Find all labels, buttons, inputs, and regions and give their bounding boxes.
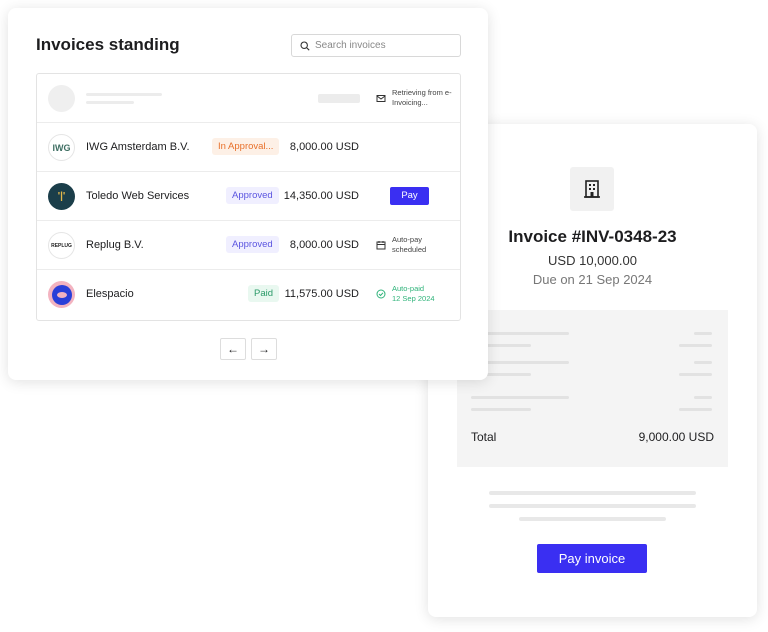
table-row[interactable]: '|' Toledo Web Services Approved 14,350.… (37, 172, 460, 221)
prev-page-button[interactable]: ← (220, 338, 246, 360)
pay-invoice-button[interactable]: Pay invoice (537, 544, 647, 573)
page-title: Invoices standing (36, 35, 180, 54)
total-value: 9,000.00 USD (638, 430, 714, 444)
skeleton-amount (318, 94, 360, 103)
calendar-icon (376, 241, 386, 250)
status-badge: In Approval... (212, 138, 280, 155)
search-icon (300, 40, 310, 51)
skeleton-line (519, 517, 666, 521)
company-logo: IWG (48, 134, 75, 161)
table-row[interactable]: Elespacio Paid 11,575.00 USD Auto-paid 12… (37, 270, 460, 319)
avatar-placeholder (48, 85, 75, 112)
company-name: Toledo Web Services (86, 190, 190, 202)
search-placeholder: Search invoices (315, 40, 386, 51)
invoices-standing-card: Invoices standing Search invoices Retrie… (8, 8, 488, 380)
amount: 8,000.00 USD (289, 239, 359, 251)
company-name: IWG Amsterdam B.V. (86, 141, 190, 153)
skeleton-line (679, 373, 712, 376)
building-icon (570, 167, 614, 211)
skeleton-line (471, 396, 569, 399)
status-badge: Approved (226, 236, 279, 253)
loading-status: Retrieving from e-Invoicing... (376, 88, 456, 108)
company-logo: REPLUG (48, 232, 75, 259)
check-circle-icon (376, 289, 386, 299)
arrow-left-icon: ← (227, 342, 239, 356)
skeleton-line (489, 491, 696, 495)
status-badge: Paid (248, 285, 280, 302)
table-row[interactable]: REPLUG Replug B.V. Approved 8,000.00 USD… (37, 221, 460, 270)
skeleton-line (694, 396, 712, 399)
invoice-summary: Total 9,000.00 USD (457, 310, 728, 467)
autopay-status: Auto-pay scheduled (376, 235, 442, 255)
next-page-button[interactable]: → (251, 338, 277, 360)
status-badge: Approved (226, 187, 279, 204)
amount: 11,575.00 USD (284, 288, 359, 300)
skeleton-line (694, 332, 712, 335)
total-label: Total (471, 430, 497, 444)
table-row[interactable]: IWG IWG Amsterdam B.V. In Approval... 8,… (37, 123, 460, 172)
skeleton-line (86, 101, 134, 104)
skeleton-line (471, 408, 531, 411)
skeleton-line (679, 344, 712, 347)
company-logo: '|' (48, 183, 75, 210)
skeleton-line (86, 93, 162, 96)
pay-button[interactable]: Pay (390, 187, 429, 205)
company-logo (48, 281, 75, 308)
amount: 8,000.00 USD (289, 141, 359, 153)
invoices-table: Retrieving from e-Invoicing... IWG IWG A… (36, 73, 461, 321)
autopaid-status: Auto-paid 12 Sep 2024 (376, 284, 435, 304)
company-name: Elespacio (86, 288, 134, 300)
search-input[interactable]: Search invoices (291, 34, 461, 57)
company-name: Replug B.V. (86, 239, 144, 251)
mail-download-icon (376, 95, 386, 102)
amount: 14,350.00 USD (283, 190, 359, 202)
skeleton-line (489, 504, 696, 508)
table-row-loading: Retrieving from e-Invoicing... (37, 74, 460, 123)
skeleton-line (679, 408, 712, 411)
arrow-right-icon: → (258, 342, 270, 356)
skeleton-line (694, 361, 712, 364)
